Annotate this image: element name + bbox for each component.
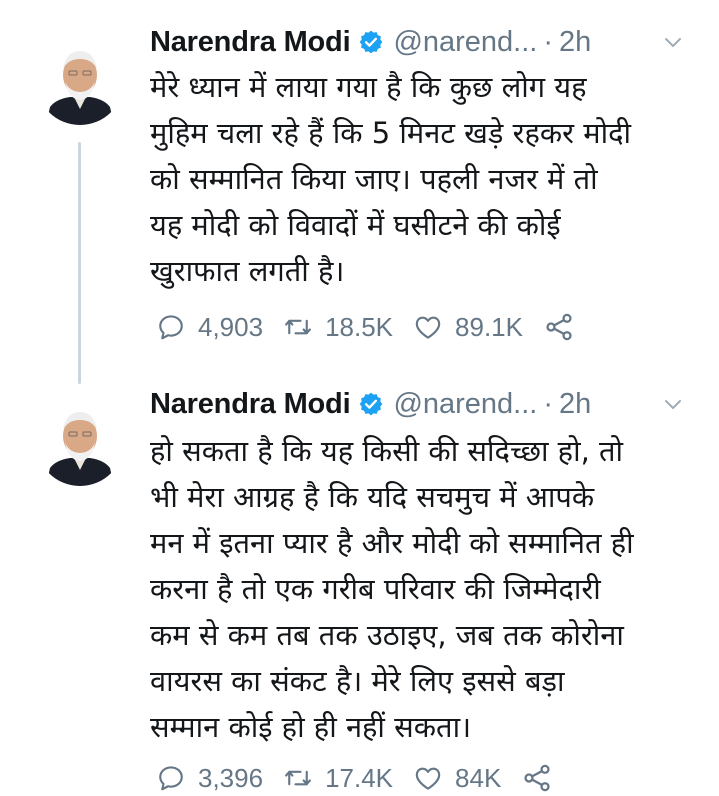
share-icon xyxy=(546,313,572,341)
reply-button[interactable]: 4,903 xyxy=(156,312,263,343)
reply-button[interactable]: 3,396 xyxy=(156,763,263,794)
retweet-button[interactable]: 18.5K xyxy=(283,312,393,343)
reply-icon xyxy=(159,766,183,791)
tweet-text: मेरे ध्यान में लाया गया है कि कुछ लोग यह… xyxy=(150,70,631,288)
tweet[interactable]: Narendra Modi @narend... · 2h मेरे ध्यान… xyxy=(0,0,719,384)
tweet[interactable]: Narendra Modi @narend... · 2h हो सकता है… xyxy=(0,372,719,796)
share-button[interactable] xyxy=(521,762,553,794)
share-button[interactable] xyxy=(543,311,575,343)
avatar-image xyxy=(36,37,124,125)
chevron-down-icon[interactable] xyxy=(661,30,685,54)
tweet-header: Narendra Modi @narend... · 2h xyxy=(150,384,691,424)
avatar[interactable] xyxy=(36,398,124,486)
retweet-icon xyxy=(285,319,312,335)
separator-dot: · xyxy=(543,25,554,58)
author-handle[interactable]: @narend... xyxy=(393,26,537,59)
retweet-count: 18.5K xyxy=(325,311,394,342)
like-count: 89.1K xyxy=(455,311,523,342)
verified-badge-icon xyxy=(360,30,383,54)
reply-count: 4,903 xyxy=(198,311,264,342)
retweet-button[interactable]: 17.4K xyxy=(283,763,393,794)
author-name[interactable]: Narendra Modi xyxy=(150,26,351,59)
author-name[interactable]: Narendra Modi xyxy=(150,388,351,421)
author-handle[interactable]: @narend... xyxy=(393,388,537,421)
heart-icon xyxy=(415,316,441,339)
like-count: 84K xyxy=(455,762,502,793)
avatar[interactable] xyxy=(36,37,124,125)
share-icon xyxy=(524,764,550,792)
chevron-down-icon[interactable] xyxy=(661,392,685,416)
reply-icon xyxy=(159,315,183,340)
verified-badge-icon xyxy=(360,392,383,416)
retweet-count: 17.4K xyxy=(325,762,394,793)
like-button[interactable]: 84K xyxy=(413,763,501,794)
tweet-text: हो सकता है कि यह किसी की सदिच्छा हो, तो … xyxy=(150,434,634,744)
separator-dot: · xyxy=(543,387,554,420)
thread-connector-line xyxy=(78,142,81,384)
reply-count: 3,396 xyxy=(198,762,264,793)
tweet-actions: 3,396 17.4K 84K xyxy=(156,761,573,795)
tweet-header: Narendra Modi @narend... · 2h xyxy=(150,22,691,62)
retweet-icon xyxy=(285,770,312,786)
tweet-timestamp[interactable]: 2h xyxy=(559,388,591,421)
heart-icon xyxy=(415,767,441,790)
like-button[interactable]: 89.1K xyxy=(413,312,523,343)
avatar-image xyxy=(36,398,124,486)
tweet-timestamp[interactable]: 2h xyxy=(559,26,591,59)
tweet-actions: 4,903 18.5K 89.1K xyxy=(156,310,595,344)
